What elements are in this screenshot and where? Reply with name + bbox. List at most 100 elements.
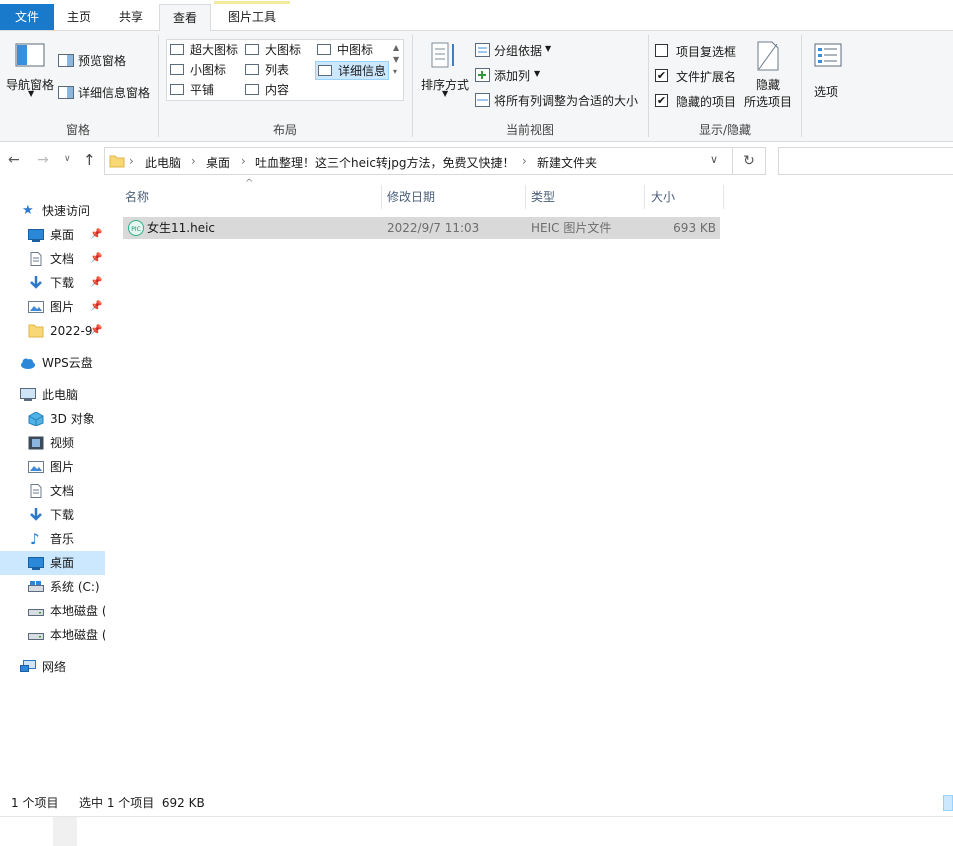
layout-gallery: 超大图标 大图标 中图标 小图标 列表 详细信息 平铺 内容 ▲ ▼ ▾	[166, 39, 404, 101]
tab-picture-tools[interactable]: 图片工具	[214, 1, 290, 30]
layout-small-icons[interactable]: 小图标	[170, 61, 226, 80]
sidebar-item-desktop-pinned[interactable]: 桌面 📌	[0, 223, 105, 247]
breadcrumb-desktop[interactable]: 桌面	[206, 154, 230, 171]
column-header-name[interactable]: 名称	[125, 182, 380, 212]
tab-file[interactable]: 文件	[0, 4, 54, 30]
details-icon	[318, 65, 332, 76]
search-input[interactable]	[778, 147, 953, 175]
sidebar-item-local-disk-2[interactable]: 本地磁盘 (	[0, 623, 105, 647]
column-divider[interactable]	[381, 185, 382, 209]
preview-pane-label: 预览窗格	[78, 54, 127, 68]
sidebar-item-downloads-pinned[interactable]: 下载 📌	[0, 271, 105, 295]
sidebar-item-network[interactable]: 网络	[0, 655, 105, 679]
drive-icon	[28, 609, 44, 616]
folder-icon	[109, 155, 125, 168]
hide-selected-button[interactable]: 隐藏 所选项目	[742, 39, 796, 111]
layout-item-label: 列表	[265, 63, 290, 77]
tab-home[interactable]: 主页	[56, 4, 102, 31]
sidebar-item-videos[interactable]: 视频	[0, 431, 105, 455]
sort-by-button[interactable]: 排序方式 ▼	[418, 39, 470, 101]
layout-item-label: 中图标	[337, 43, 374, 57]
sidebar-item-label: 桌面	[50, 556, 75, 570]
sidebar-item-label: 此电脑	[42, 388, 79, 402]
drive-c-icon	[28, 581, 44, 592]
divider	[158, 35, 159, 137]
sidebar-item-documents[interactable]: 文档	[0, 479, 105, 503]
sidebar-item-2022-9-pinned[interactable]: 2022-9 📌	[0, 319, 105, 343]
sidebar-item-drive-c[interactable]: 系统 (C:)	[0, 575, 105, 599]
file-type: HEIC 图片文件	[531, 221, 612, 235]
column-divider[interactable]	[723, 185, 724, 209]
sidebar-item-downloads[interactable]: 下载	[0, 503, 105, 527]
add-column-label: 添加列	[494, 69, 531, 83]
layout-details[interactable]: 详细信息	[315, 61, 390, 80]
group-by-icon	[475, 43, 490, 57]
forward-arrow-icon[interactable]: →	[37, 152, 49, 168]
column-header-size[interactable]: 大小	[651, 182, 721, 212]
layout-large-icons[interactable]: 大图标	[245, 41, 301, 60]
taskbar-item	[53, 817, 77, 846]
layout-extra-large-icons[interactable]: 超大图标	[170, 41, 238, 60]
column-divider[interactable]	[525, 185, 526, 209]
refresh-icon[interactable]: ↻	[733, 147, 766, 175]
sidebar-item-desktop[interactable]: 桌面	[0, 551, 105, 575]
sidebar-item-pictures[interactable]: 图片	[0, 455, 105, 479]
options-icon	[814, 43, 842, 67]
item-checkboxes-checkbox[interactable]	[655, 44, 668, 57]
sidebar-item-this-pc[interactable]: 此电脑	[0, 383, 105, 407]
navigation-pane: ★ 快速访问 桌面 📌 文档 📌 下载 📌 图片 📌 2022-9 📌 WPS云…	[0, 195, 108, 790]
file-extensions-checkbox[interactable]: ✔	[655, 69, 668, 82]
options-button[interactable]: 选项	[808, 39, 848, 101]
sidebar-item-label: 图片	[50, 460, 75, 474]
breadcrumb-new-folder[interactable]: 新建文件夹	[537, 154, 597, 171]
layout-group-label: 布局	[272, 123, 297, 137]
up-arrow-icon[interactable]: ↑	[83, 151, 96, 169]
tab-view[interactable]: 查看	[159, 4, 211, 32]
file-row[interactable]: PIC 女生11.heic 2022/9/7 11:03 HEIC 图片文件 6…	[123, 217, 720, 239]
fit-columns-label: 将所有列调整为合适的大小	[494, 94, 639, 108]
sidebar-item-local-disk-1[interactable]: 本地磁盘 (	[0, 599, 105, 623]
sidebar-item-label: 文档	[50, 252, 75, 266]
divider	[412, 35, 413, 137]
divider	[648, 35, 649, 137]
download-icon	[30, 276, 42, 289]
sidebar-item-documents-pinned[interactable]: 文档 📌	[0, 247, 105, 271]
column-header-modified[interactable]: 修改日期	[387, 182, 522, 212]
sidebar-item-label: 本地磁盘 (	[50, 628, 105, 642]
sidebar-item-label: 系统 (C:)	[50, 580, 100, 594]
address-bar[interactable]: › 此电脑 › 桌面 › 吐血整理！这三个heic转jpg方法，免费又快捷！ ›…	[104, 147, 733, 175]
details-view-toggle-icon[interactable]	[943, 795, 953, 811]
breadcrumb-this-pc[interactable]: 此电脑	[145, 154, 181, 171]
cube-icon	[28, 412, 44, 426]
recent-locations-chevron-icon[interactable]: ∨	[64, 154, 71, 164]
nav-pane-button[interactable]: 导航窗格 ▼	[4, 39, 56, 101]
sidebar-item-label: 快速访问	[42, 204, 91, 218]
sidebar-item-music[interactable]: ♪ 音乐	[0, 527, 105, 551]
breadcrumb-article-folder[interactable]: 吐血整理！这三个heic转jpg方法，免费又快捷！	[255, 154, 515, 171]
column-divider[interactable]	[644, 185, 645, 209]
document-icon	[30, 484, 42, 498]
sidebar-item-3d-objects[interactable]: 3D 对象	[0, 407, 105, 431]
tab-share[interactable]: 共享	[108, 4, 154, 31]
layout-item-label: 大图标	[265, 43, 302, 57]
hidden-items-checkbox[interactable]: ✔	[655, 94, 668, 107]
music-icon: ♪	[30, 530, 40, 548]
column-header-type[interactable]: 类型	[531, 182, 641, 212]
back-arrow-icon[interactable]: ←	[8, 152, 20, 168]
layout-content[interactable]: 内容	[245, 81, 289, 100]
nav-pane-icon	[15, 43, 45, 67]
video-icon	[28, 436, 44, 450]
layout-item-label: 详细信息	[338, 64, 387, 78]
layout-list[interactable]: 列表	[245, 61, 289, 80]
sidebar-item-pictures-pinned[interactable]: 图片 📌	[0, 295, 105, 319]
layout-tiles[interactable]: 平铺	[170, 81, 214, 100]
address-history-chevron-icon[interactable]: ∨	[710, 153, 718, 166]
folder-icon	[28, 324, 44, 338]
details-pane-label: 详细信息窗格	[78, 86, 151, 100]
file-explorer-window: 文件 主页 共享 查看 图片工具 导航窗格 ▼ 预览窗格 详细信息窗格 窗格 超…	[0, 0, 953, 846]
sidebar-item-wps-cloud[interactable]: WPS云盘	[0, 351, 105, 375]
layout-medium-icons[interactable]: 中图标	[317, 41, 373, 60]
list-icon	[245, 64, 259, 75]
gallery-scroll-icon[interactable]: ▲ ▼ ▾	[393, 42, 399, 78]
sidebar-item-quick-access[interactable]: ★ 快速访问	[0, 199, 105, 223]
